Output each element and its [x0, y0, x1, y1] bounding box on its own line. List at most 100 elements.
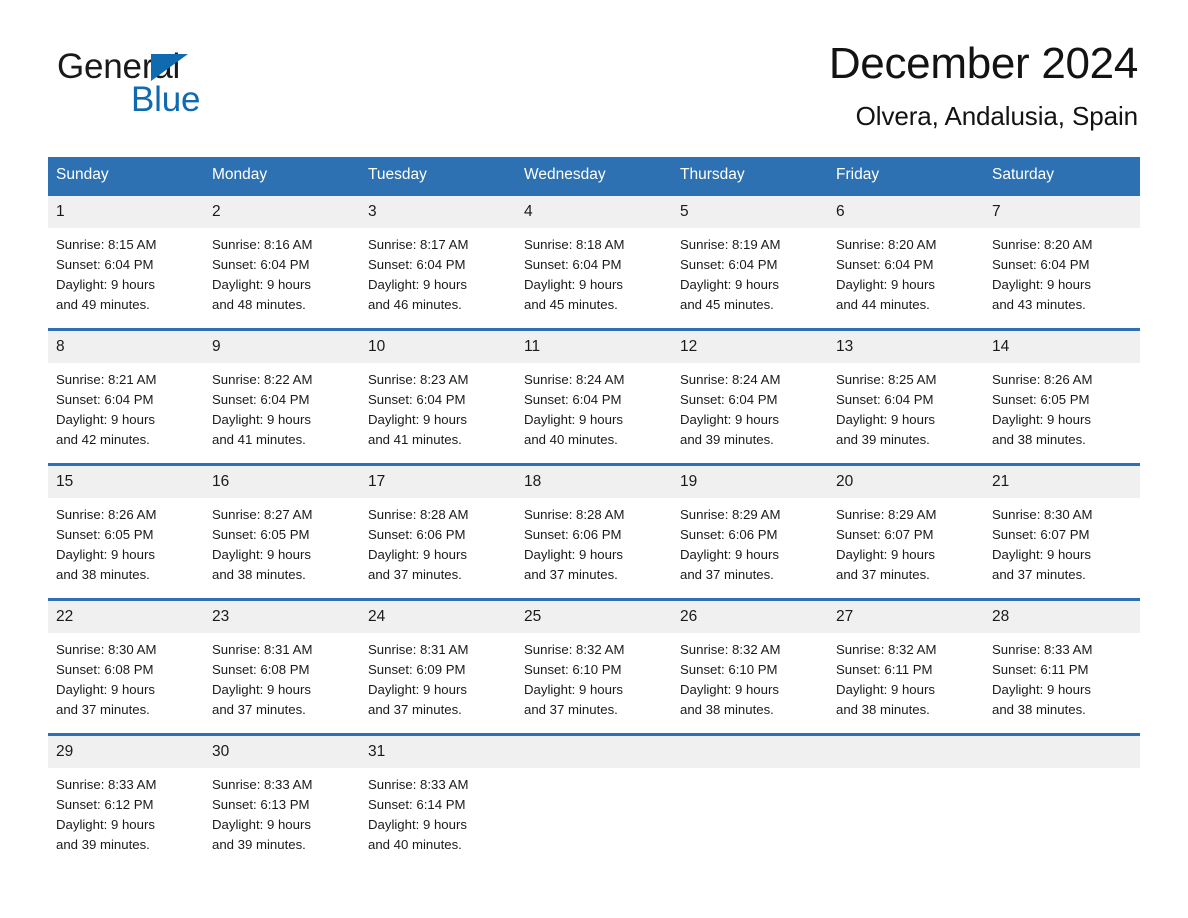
weekday-header-thursday: Thursday [672, 157, 828, 193]
day-details: Sunrise: 8:28 AM Sunset: 6:06 PM Dayligh… [524, 507, 625, 582]
calendar-day-cell[interactable]: 1 Sunrise: 8:15 AM Sunset: 6:04 PM Daylig… [48, 193, 204, 328]
day-details: Sunrise: 8:27 AM Sunset: 6:05 PM Dayligh… [212, 507, 313, 582]
logo-triangle-icon [151, 54, 188, 81]
day-details: Sunrise: 8:32 AM Sunset: 6:10 PM Dayligh… [680, 642, 781, 717]
day-details: Sunrise: 8:33 AM Sunset: 6:12 PM Dayligh… [56, 777, 157, 852]
day-number: 26 [672, 601, 828, 633]
weekday-header-monday: Monday [204, 157, 360, 193]
calendar-day-cell[interactable]: 11 Sunrise: 8:24 AM Sunset: 6:04 PM Dayli… [516, 328, 672, 463]
day-number: 19 [672, 466, 828, 498]
calendar-day-cell[interactable]: 18 Sunrise: 8:28 AM Sunset: 6:06 PM Dayli… [516, 463, 672, 598]
logo-text-blue: Blue [131, 80, 201, 119]
calendar-day-cell[interactable]: 29 Sunrise: 8:33 AM Sunset: 6:12 PM Dayli… [48, 733, 204, 868]
day-number: 11 [516, 331, 672, 363]
day-number: 4 [516, 196, 672, 228]
day-details: Sunrise: 8:17 AM Sunset: 6:04 PM Dayligh… [368, 237, 469, 312]
day-number: 18 [516, 466, 672, 498]
calendar-day-cell[interactable]: 6 Sunrise: 8:20 AM Sunset: 6:04 PM Daylig… [828, 193, 984, 328]
calendar-day-cell[interactable]: 31 Sunrise: 8:33 AM Sunset: 6:14 PM Dayli… [360, 733, 516, 868]
day-details: Sunrise: 8:26 AM Sunset: 6:05 PM Dayligh… [992, 372, 1093, 447]
day-details: Sunrise: 8:21 AM Sunset: 6:04 PM Dayligh… [56, 372, 157, 447]
day-details: Sunrise: 8:33 AM Sunset: 6:14 PM Dayligh… [368, 777, 469, 852]
day-number: 30 [204, 736, 360, 768]
day-number: 29 [48, 736, 204, 768]
calendar-day-cell[interactable]: 26 Sunrise: 8:32 AM Sunset: 6:10 PM Dayli… [672, 598, 828, 733]
calendar-day-cell[interactable]: 23 Sunrise: 8:31 AM Sunset: 6:08 PM Dayli… [204, 598, 360, 733]
title-block: December 2024 Olvera, Andalusia, Spain [829, 38, 1138, 132]
day-details: Sunrise: 8:24 AM Sunset: 6:04 PM Dayligh… [524, 372, 625, 447]
calendar-week-row: 8 Sunrise: 8:21 AM Sunset: 6:04 PM Daylig… [48, 328, 1140, 463]
day-details: Sunrise: 8:19 AM Sunset: 6:04 PM Dayligh… [680, 237, 781, 312]
day-details: Sunrise: 8:29 AM Sunset: 6:06 PM Dayligh… [680, 507, 781, 582]
generalblue-logo[interactable]: General Blue [57, 47, 257, 119]
sunrise-sunset-calendar: Sunday Monday Tuesday Wednesday Thursday… [48, 157, 1140, 868]
calendar-day-cell-empty [984, 733, 1140, 868]
calendar-day-cell[interactable]: 12 Sunrise: 8:24 AM Sunset: 6:04 PM Dayli… [672, 328, 828, 463]
calendar-day-cell[interactable]: 30 Sunrise: 8:33 AM Sunset: 6:13 PM Dayli… [204, 733, 360, 868]
calendar-day-cell[interactable]: 3 Sunrise: 8:17 AM Sunset: 6:04 PM Daylig… [360, 193, 516, 328]
calendar-day-cell[interactable]: 17 Sunrise: 8:28 AM Sunset: 6:06 PM Dayli… [360, 463, 516, 598]
day-number: 14 [984, 331, 1140, 363]
day-number [516, 736, 672, 768]
calendar-day-cell[interactable]: 5 Sunrise: 8:19 AM Sunset: 6:04 PM Daylig… [672, 193, 828, 328]
day-details: Sunrise: 8:30 AM Sunset: 6:07 PM Dayligh… [992, 507, 1093, 582]
day-number: 7 [984, 196, 1140, 228]
day-details [516, 768, 672, 775]
calendar-day-cell[interactable]: 9 Sunrise: 8:22 AM Sunset: 6:04 PM Daylig… [204, 328, 360, 463]
calendar-day-cell[interactable]: 4 Sunrise: 8:18 AM Sunset: 6:04 PM Daylig… [516, 193, 672, 328]
day-number: 16 [204, 466, 360, 498]
calendar-day-cell[interactable]: 7 Sunrise: 8:20 AM Sunset: 6:04 PM Daylig… [984, 193, 1140, 328]
day-details: Sunrise: 8:33 AM Sunset: 6:13 PM Dayligh… [212, 777, 313, 852]
day-details: Sunrise: 8:18 AM Sunset: 6:04 PM Dayligh… [524, 237, 625, 312]
calendar-day-cell[interactable]: 21 Sunrise: 8:30 AM Sunset: 6:07 PM Dayli… [984, 463, 1140, 598]
day-number: 23 [204, 601, 360, 633]
calendar-day-cell[interactable]: 2 Sunrise: 8:16 AM Sunset: 6:04 PM Daylig… [204, 193, 360, 328]
day-details: Sunrise: 8:31 AM Sunset: 6:09 PM Dayligh… [368, 642, 469, 717]
calendar-day-cell[interactable]: 13 Sunrise: 8:25 AM Sunset: 6:04 PM Dayli… [828, 328, 984, 463]
day-details: Sunrise: 8:15 AM Sunset: 6:04 PM Dayligh… [56, 237, 157, 312]
day-number: 10 [360, 331, 516, 363]
calendar-week-row: 22 Sunrise: 8:30 AM Sunset: 6:08 PM Dayli… [48, 598, 1140, 733]
day-number: 15 [48, 466, 204, 498]
page-title: December 2024 [828, 39, 1138, 88]
weekday-header-saturday: Saturday [984, 157, 1140, 193]
day-details: Sunrise: 8:25 AM Sunset: 6:04 PM Dayligh… [836, 372, 937, 447]
day-details: Sunrise: 8:31 AM Sunset: 6:08 PM Dayligh… [212, 642, 313, 717]
calendar-day-cell[interactable]: 20 Sunrise: 8:29 AM Sunset: 6:07 PM Dayli… [828, 463, 984, 598]
day-details [984, 768, 1140, 775]
calendar-body: 1 Sunrise: 8:15 AM Sunset: 6:04 PM Daylig… [48, 193, 1140, 868]
day-number: 9 [204, 331, 360, 363]
weekday-header-tuesday: Tuesday [360, 157, 516, 193]
calendar-day-cell[interactable]: 10 Sunrise: 8:23 AM Sunset: 6:04 PM Dayli… [360, 328, 516, 463]
day-number: 8 [48, 331, 204, 363]
calendar-day-cell[interactable]: 27 Sunrise: 8:32 AM Sunset: 6:11 PM Dayli… [828, 598, 984, 733]
calendar-day-cell[interactable]: 16 Sunrise: 8:27 AM Sunset: 6:05 PM Dayli… [204, 463, 360, 598]
day-details: Sunrise: 8:29 AM Sunset: 6:07 PM Dayligh… [836, 507, 937, 582]
calendar-header-row: Sunday Monday Tuesday Wednesday Thursday… [48, 157, 1140, 193]
calendar-day-cell[interactable]: 22 Sunrise: 8:30 AM Sunset: 6:08 PM Dayli… [48, 598, 204, 733]
day-number: 5 [672, 196, 828, 228]
day-details: Sunrise: 8:32 AM Sunset: 6:11 PM Dayligh… [836, 642, 937, 717]
calendar-day-cell[interactable]: 15 Sunrise: 8:26 AM Sunset: 6:05 PM Dayli… [48, 463, 204, 598]
day-number: 1 [48, 196, 204, 228]
calendar-week-row: 29 Sunrise: 8:33 AM Sunset: 6:12 PM Dayli… [48, 733, 1140, 868]
calendar-day-cell[interactable]: 25 Sunrise: 8:32 AM Sunset: 6:10 PM Dayli… [516, 598, 672, 733]
day-details: Sunrise: 8:26 AM Sunset: 6:05 PM Dayligh… [56, 507, 157, 582]
calendar-day-cell[interactable]: 14 Sunrise: 8:26 AM Sunset: 6:05 PM Dayli… [984, 328, 1140, 463]
calendar-day-cell-empty [672, 733, 828, 868]
calendar-day-cell[interactable]: 28 Sunrise: 8:33 AM Sunset: 6:11 PM Dayli… [984, 598, 1140, 733]
day-number: 13 [828, 331, 984, 363]
weekday-header-sunday: Sunday [48, 157, 204, 193]
calendar-day-cell[interactable]: 24 Sunrise: 8:31 AM Sunset: 6:09 PM Dayli… [360, 598, 516, 733]
weekday-header-row: Sunday Monday Tuesday Wednesday Thursday… [48, 157, 1140, 193]
day-details: Sunrise: 8:30 AM Sunset: 6:08 PM Dayligh… [56, 642, 157, 717]
day-details: Sunrise: 8:20 AM Sunset: 6:04 PM Dayligh… [836, 237, 937, 312]
day-number: 12 [672, 331, 828, 363]
day-details: Sunrise: 8:16 AM Sunset: 6:04 PM Dayligh… [212, 237, 313, 312]
day-details: Sunrise: 8:33 AM Sunset: 6:11 PM Dayligh… [992, 642, 1093, 717]
calendar-day-cell[interactable]: 8 Sunrise: 8:21 AM Sunset: 6:04 PM Daylig… [48, 328, 204, 463]
calendar-day-cell[interactable]: 19 Sunrise: 8:29 AM Sunset: 6:06 PM Dayli… [672, 463, 828, 598]
weekday-header-friday: Friday [828, 157, 984, 193]
calendar-week-row: 1 Sunrise: 8:15 AM Sunset: 6:04 PM Daylig… [48, 193, 1140, 328]
location-subtitle: Olvera, Andalusia, Spain [855, 101, 1138, 131]
